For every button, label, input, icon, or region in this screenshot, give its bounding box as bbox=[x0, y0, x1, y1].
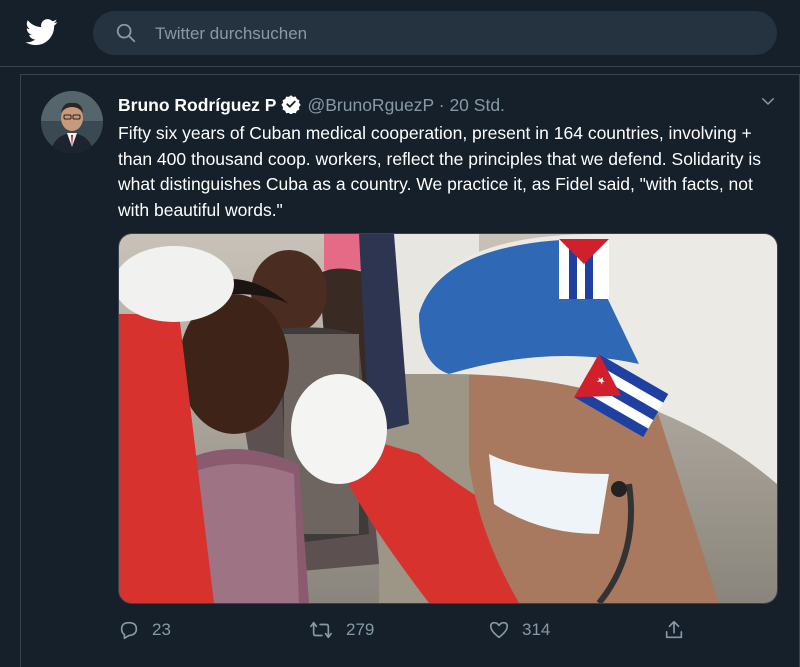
retweet-icon bbox=[310, 621, 332, 639]
like-button[interactable]: 314 bbox=[488, 615, 550, 645]
twitter-bird-icon[interactable] bbox=[25, 16, 59, 48]
reply-button[interactable]: 23 bbox=[118, 615, 171, 645]
search-icon bbox=[116, 23, 136, 43]
reply-count: 23 bbox=[152, 620, 171, 639]
top-bar bbox=[0, 0, 800, 67]
reply-icon bbox=[120, 621, 138, 640]
verified-badge-icon bbox=[281, 95, 302, 114]
separator-dot: · bbox=[438, 95, 445, 115]
tweet-card[interactable]: Bruno Rodríguez P @BrunoRguezP · 20 Std.… bbox=[20, 74, 800, 667]
heart-icon bbox=[489, 621, 509, 639]
retweet-count: 279 bbox=[346, 620, 375, 639]
chevron-down-icon[interactable] bbox=[759, 92, 777, 110]
share-icon bbox=[665, 620, 683, 639]
retweet-button[interactable]: 279 bbox=[308, 615, 374, 645]
like-count: 314 bbox=[522, 620, 551, 639]
search-input[interactable] bbox=[153, 11, 757, 57]
tweet-header: Bruno Rodríguez P @BrunoRguezP · 20 Std. bbox=[118, 94, 505, 116]
avatar[interactable] bbox=[41, 91, 103, 153]
author-handle[interactable]: @BrunoRguezP bbox=[307, 95, 433, 115]
author-name[interactable]: Bruno Rodríguez P bbox=[118, 95, 276, 115]
tweet-photo[interactable] bbox=[118, 233, 778, 604]
tweet-timestamp[interactable]: 20 Std. bbox=[449, 95, 504, 115]
tweet-text: Fifty six years of Cuban medical coopera… bbox=[118, 123, 762, 220]
share-button[interactable] bbox=[663, 615, 697, 645]
tweet-actions: 23 279 314 bbox=[118, 615, 683, 645]
search-bar[interactable] bbox=[93, 11, 777, 57]
